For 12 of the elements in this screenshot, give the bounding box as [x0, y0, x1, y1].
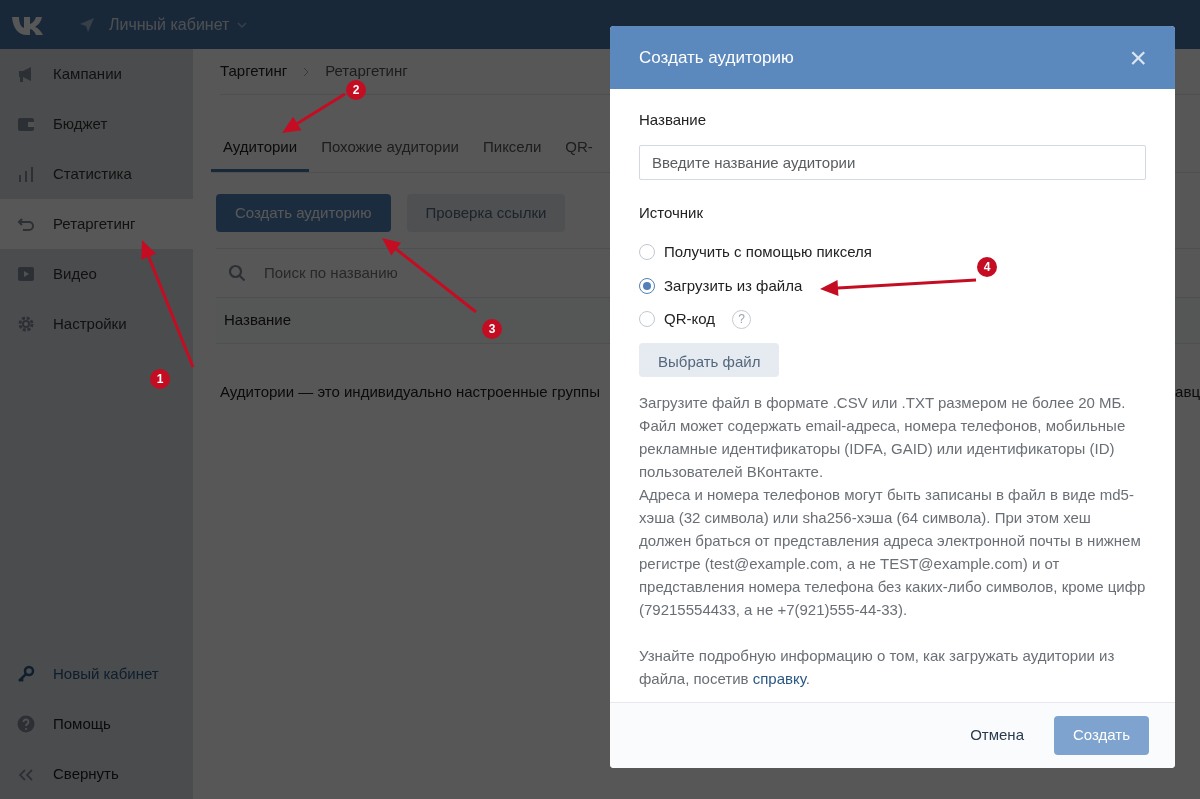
modal-title: Создать аудиторию	[639, 46, 794, 69]
field-label: Источник	[639, 202, 705, 223]
info-paragraph: Файл может содержать email-адреса, номера телефонов, мобильные рекламные идентификаторы (IDFA, GAID) или идентификаторы (ID) пользователей ВКонтакте.	[639, 415, 1127, 482]
annotation-badge: 2	[346, 80, 366, 100]
description-text: Аудитории — это индивидуально настроенные группы	[220, 382, 600, 402]
help-paragraph: Узнайте подробную информацию о том, как загружать аудитории из файла, посетив справку.	[639, 645, 1116, 689]
column-header: Название	[224, 310, 292, 331]
field-label: Название	[639, 110, 708, 130]
breadcrumb-item: Ретаргетинг	[325, 61, 408, 82]
info-paragraph: Загрузите файл в формате .CSV или .TXT размером не более 20 МБ.	[639, 392, 1127, 413]
description-text: авц	[1175, 382, 1200, 402]
info-paragraph: Адреса и номера телефонов могут быть записаны в файл в виде md5-хэша (32 символа) или sha256-хэша (64 символа). При этом хеш должен браться от представления адреса электронной почты в нижнем регистре (test@example.com, а не TEST@example.com) и от представления номера телефона без каких-либо символов, кроме цифр (79215554433, а не +7(921)555-44-33).	[639, 484, 1146, 620]
